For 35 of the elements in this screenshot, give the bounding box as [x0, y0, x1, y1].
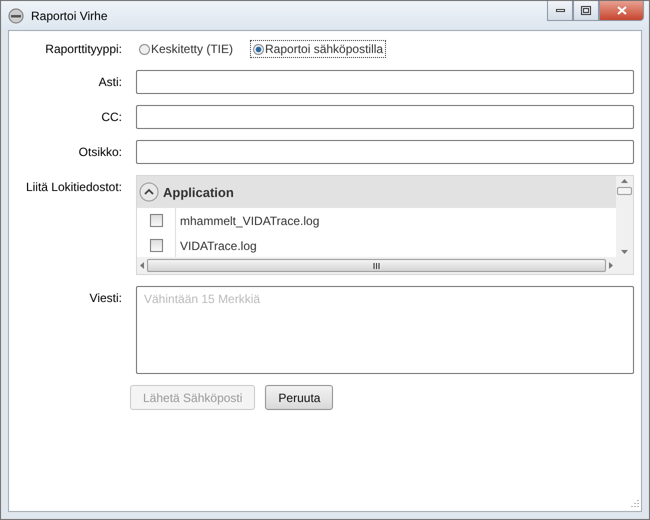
file-name: VIDATrace.log — [175, 233, 616, 257]
field-label: Otsikko: — [78, 145, 122, 159]
checkbox[interactable] — [150, 214, 162, 227]
up-arrow-icon[interactable] — [621, 179, 628, 183]
field-label: Asti: — [98, 75, 122, 89]
logo-icon — [8, 8, 24, 24]
minimize-button[interactable] — [547, 1, 573, 21]
chevron-icon[interactable] — [139, 182, 159, 202]
dialog-button[interactable]: Peruuta — [265, 385, 334, 410]
radio-button[interactable]: Raportoi sähköpostilla — [250, 40, 386, 58]
message-field[interactable]: Vähintään 15 Merkkiä — [136, 286, 634, 374]
grip-icon — [373, 262, 380, 268]
close-button[interactable] — [599, 1, 644, 21]
input-field[interactable] — [136, 140, 634, 164]
input-field[interactable] — [136, 105, 634, 129]
scroll-thumb[interactable] — [147, 259, 606, 272]
window-title: Raportoi Virhe — [31, 8, 108, 22]
minimize-icon — [556, 8, 564, 12]
resize-grip-icon[interactable] — [629, 499, 639, 509]
right-arrow-icon[interactable] — [609, 262, 613, 269]
input-field[interactable] — [136, 70, 634, 94]
field-label: Raporttityyppi: — [44, 42, 122, 56]
left-arrow-icon[interactable] — [140, 262, 144, 269]
close-icon — [616, 6, 626, 15]
checkbox[interactable] — [150, 239, 162, 252]
maximize-button[interactable] — [573, 1, 599, 21]
field-label: Viesti: — [88, 290, 122, 305]
field-label: Liitä Lokitiedostot: — [24, 179, 122, 194]
maximize-icon — [581, 6, 591, 15]
field-label: CC: — [100, 110, 122, 124]
down-arrow-icon[interactable] — [621, 250, 628, 254]
radio-button[interactable]: Keskitetty (TIE) — [136, 40, 236, 58]
file-name: mhammelt_VIDATrace.log — [175, 208, 616, 233]
group-header[interactable]: Application — [137, 176, 616, 208]
scroll-thumb[interactable] — [617, 187, 632, 195]
